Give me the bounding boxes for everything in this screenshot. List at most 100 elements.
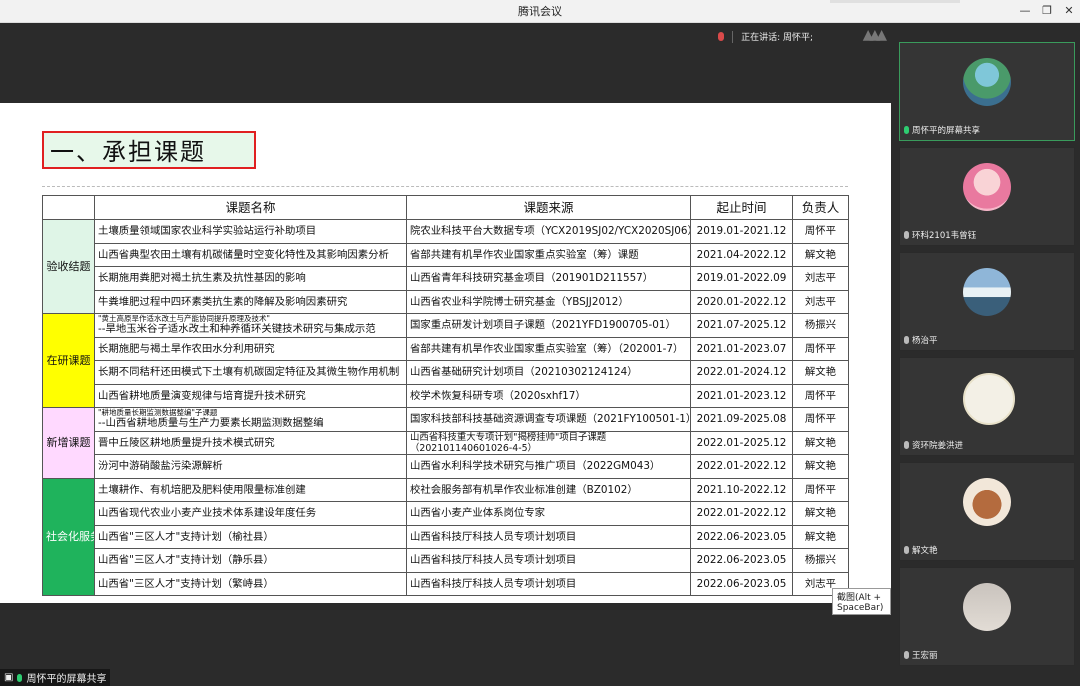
project-name-cell: 山西省"三区人才"支持计划（繁峙县）: [94, 571, 407, 596]
close-button[interactable]: ✕: [1059, 2, 1079, 20]
source-text: 山西省科技重大专项计划"揭榜挂帅"项目子课题: [410, 431, 607, 443]
person-cell: 周怀平: [792, 477, 849, 502]
project-source-cell: 山西省科技厅科技人员专项计划项目: [406, 548, 691, 573]
person-cell: 解文艳: [792, 524, 849, 549]
period-cell: 2021.01-2023.12: [690, 383, 793, 408]
participant-panel: 周怀平的屏幕共享 环科2101韦曾钰 杨治平资环院姜洪进解文艳王宏丽: [891, 23, 1080, 686]
avatar: [963, 58, 1011, 106]
divider: [42, 186, 848, 187]
project-name-cell: 长期不同秸秆还田模式下土壤有机碳固定特征及其微生物作用机制: [94, 360, 407, 385]
participant-name: 环科2101韦曾钰: [904, 229, 976, 241]
avatar: [963, 163, 1011, 211]
participant-name: 资环院姜洪进: [904, 439, 963, 451]
header-category: [42, 195, 95, 220]
table-row: 社会化服务项目土壤耕作、有机培肥及肥料使用限量标准创建校社会服务部有机旱作农业标…: [42, 477, 849, 596]
speaking-indicator: 正在讲话: 周怀平;: [718, 30, 813, 43]
participant-name-text: 王宏丽: [912, 651, 938, 661]
speaking-text: 正在讲话: 周怀平;: [741, 33, 813, 43]
period-cell: 2021.10-2022.12: [690, 477, 793, 502]
participant-name: 周怀平的屏幕共享: [904, 124, 980, 136]
project-name-cell: "耕地质量长期监测数据整编"子课题 --山西省耕地质量与生产力要素长期监测数据整编: [94, 407, 407, 432]
participant-tile[interactable]: 解文艳: [899, 462, 1075, 561]
table-row: 山西省"三区人才"支持计划（繁峙县） 山西省科技厅科技人员专项计划项目 2022.0…: [43, 571, 849, 596]
slide: 一、承担课题 课题名称 课题来源 起止时间 负责人 验收结题 土壤质量领域国家农业…: [0, 103, 891, 615]
period-cell: 2022.06-2023.05: [690, 548, 793, 573]
person-cell: 解文艳: [792, 454, 849, 479]
participant-tile[interactable]: 王宏丽: [899, 567, 1075, 666]
project-source-cell: 山西省基础研究计划项目（20210302124124）: [406, 360, 691, 385]
project-source-cell: 校社会服务部有机旱作农业标准创建（BZ0102）: [406, 477, 691, 502]
project-source-cell: 山西省科技厅科技人员专项计划项目: [406, 571, 691, 596]
participant-tile[interactable]: 环科2101韦曾钰: [899, 147, 1075, 246]
project-name-cell: 长期施用粪肥对褐土抗生素及抗性基因的影响: [94, 266, 407, 291]
table-row: 山西省耕地质量演变规律与培育提升技术研究 校学术恢复科研专项（2020sxhf17…: [43, 383, 849, 408]
tencent-meeting-logo-icon: ▲▲▲: [862, 27, 887, 43]
table-row: 长期不同秸秆还田模式下土壤有机碳固定特征及其微生物作用机制 山西省基础研究计划项目…: [43, 360, 849, 385]
person-cell: 杨振兴: [792, 548, 849, 573]
category-cell: 新增课题: [42, 407, 95, 479]
mic-icon: [904, 546, 909, 554]
table-row: 牛粪堆肥过程中四环素类抗生素的降解及影响因素研究 山西省农业科学院博士研究基金（Y…: [43, 289, 849, 314]
participant-name-text: 环科2101韦曾钰: [912, 231, 977, 241]
table-row: 验收结题 土壤质量领域国家农业科学实验站运行补助项目 院农业科技平台大数据专项（YC…: [42, 219, 849, 314]
participant-tile[interactable]: 资环院姜洪进: [899, 357, 1075, 456]
person-cell: 刘志平: [792, 266, 849, 291]
project-source-cell: 山西省科技厅科技人员专项计划项目: [406, 524, 691, 549]
period-cell: 2022.06-2023.05: [690, 571, 793, 596]
participant-name: 王宏丽: [904, 649, 938, 661]
participant-name: 杨治平: [904, 334, 938, 346]
category-cell: 在研课题: [42, 313, 95, 408]
participant-name-text: 资环院姜洪进: [912, 441, 964, 451]
restore-button[interactable]: ❐: [1037, 2, 1057, 20]
project-name-cell: 汾河中游硝酸盐污染源解析: [94, 454, 407, 479]
project-name-text: --旱地玉米谷子适水改土和种养循环关键技术研究与集成示范: [98, 323, 376, 336]
project-source-cell: 校学术恢复科研专项（2020sxhf17）: [406, 383, 691, 408]
project-name-cell: 山西省现代农业小麦产业技术体系建设年度任务: [94, 501, 407, 526]
person-cell: 周怀平: [792, 336, 849, 361]
person-cell: 周怀平: [792, 383, 849, 408]
screenshot-tooltip: 截图(Alt + SpaceBar): [832, 588, 891, 615]
period-cell: 2021.07-2025.12: [690, 313, 793, 338]
project-source-cell: 山西省青年科技研究基金项目（201901D211557）: [406, 266, 691, 291]
screen-share-label[interactable]: ▣ 周怀平的屏幕共享: [0, 669, 111, 686]
header-name: 课题名称: [94, 195, 407, 220]
project-name-cell: "黄土高原旱作适水改土与产能协同提升原理及技术" --旱地玉米谷子适水改土和种养循…: [94, 313, 407, 338]
person-cell: 杨振兴: [792, 313, 849, 338]
mic-icon: [904, 441, 909, 449]
table-row: 汾河中游硝酸盐污染源解析 山西省水利科学技术研究与推广项目（2022GM043） 2…: [43, 454, 849, 479]
category-cell: 验收结题: [42, 219, 95, 314]
participant-tile[interactable]: 周怀平的屏幕共享: [899, 42, 1075, 141]
period-cell: 2022.06-2023.05: [690, 524, 793, 549]
shared-screen-stage: 正在讲话: 周怀平; ▲▲▲ 一、承担课题 课题名称 课题来源 起止时间 负责人…: [0, 23, 891, 686]
mic-icon: [718, 32, 725, 41]
project-name-cell: 山西省耕地质量演变规律与培育提升技术研究: [94, 383, 407, 408]
divider: [732, 30, 734, 43]
participant-name-text: 周怀平的屏幕共享: [912, 126, 981, 136]
screen-share-icon: ▣: [4, 672, 14, 683]
project-source-cell: 山西省小麦产业体系岗位专家: [406, 501, 691, 526]
share-label-text: 周怀平的屏幕共享: [26, 674, 107, 685]
project-table: 课题名称 课题来源 起止时间 负责人 验收结题 土壤质量领域国家农业科学实验站运行…: [42, 195, 849, 596]
period-cell: 2022.01-2024.12: [690, 360, 793, 385]
project-name-cell: 山西省"三区人才"支持计划（榆社县）: [94, 524, 407, 549]
slide-heading: 一、承担课题: [42, 131, 256, 169]
period-cell: 2021.01-2023.07: [690, 336, 793, 361]
project-name-cell: 山西省典型农田土壤有机碳储量时空变化特性及其影响因素分析: [94, 242, 407, 267]
person-cell: 解文艳: [792, 501, 849, 526]
header-person: 负责人: [792, 195, 849, 220]
mic-icon: [904, 231, 909, 239]
project-name-cell: 土壤质量领域国家农业科学实验站运行补助项目: [94, 219, 407, 244]
person-cell: 解文艳: [792, 430, 849, 455]
header-source: 课题来源: [406, 195, 691, 220]
table-header-row: 课题名称 课题来源 起止时间 负责人: [42, 195, 849, 220]
person-cell: 解文艳: [792, 242, 849, 267]
avatar: [963, 268, 1011, 316]
person-cell: 周怀平: [792, 219, 849, 244]
participant-name-text: 杨治平: [912, 336, 938, 346]
period-cell: 2022.01-2025.12: [690, 430, 793, 455]
participant-tile[interactable]: 杨治平: [899, 252, 1075, 351]
minimize-button[interactable]: —: [1015, 2, 1035, 20]
project-source-cell: 山西省水利科学技术研究与推广项目（2022GM043）: [406, 454, 691, 479]
table-row: 山西省典型农田土壤有机碳储量时空变化特性及其影响因素分析 省部共建有机旱作农业国家…: [43, 242, 849, 267]
period-cell: 2019.01-2021.12: [690, 219, 793, 244]
